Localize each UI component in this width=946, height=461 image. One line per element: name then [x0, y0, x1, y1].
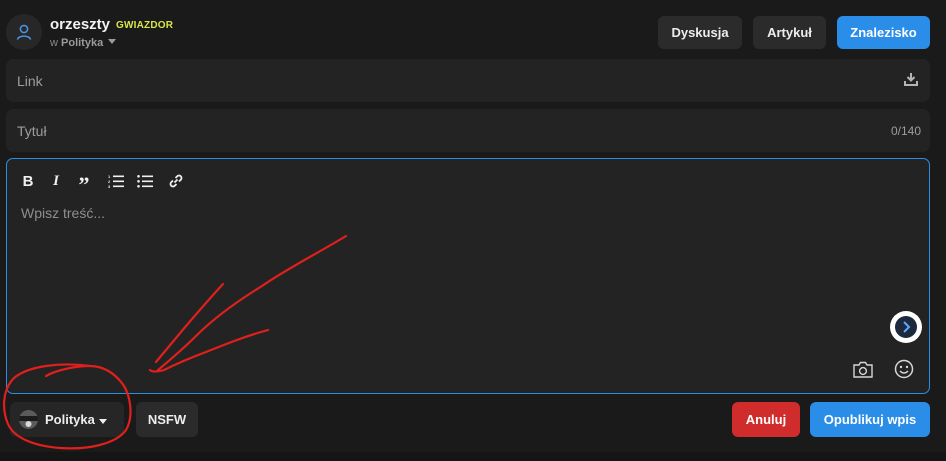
link-icon[interactable]	[166, 171, 186, 191]
ordered-list-icon[interactable]: 1 2 3	[106, 171, 126, 191]
context-prefix: w	[50, 37, 58, 49]
post-context[interactable]: w Polityka	[50, 37, 117, 49]
avatar[interactable]	[6, 14, 42, 50]
category-avatar-icon	[19, 410, 38, 429]
cancel-button[interactable]: Anuluj	[732, 402, 800, 437]
title-input[interactable]: Tytuł 0/140	[6, 109, 930, 152]
download-icon[interactable]	[904, 72, 918, 91]
publish-button[interactable]: Opublikuj wpis	[810, 402, 930, 437]
post-header: orzeszty GWIAZDOR w Polityka Dyskusja Ar…	[0, 0, 946, 62]
tab-find[interactable]: Znalezisko	[837, 16, 930, 49]
category-select-label: Polityka	[45, 412, 95, 427]
category-select[interactable]: Polityka	[10, 402, 124, 437]
content-editor[interactable]: B I ” 1 2 3 Wpisz treść...	[6, 158, 930, 394]
emoji-icon[interactable]	[894, 359, 914, 384]
link-placeholder: Link	[17, 73, 43, 89]
caret-down-icon	[99, 419, 107, 424]
tab-discussion[interactable]: Dyskusja	[658, 16, 742, 49]
bold-icon[interactable]: B	[18, 171, 38, 191]
tab-article[interactable]: Artykuł	[753, 16, 826, 49]
svg-text:3: 3	[108, 184, 111, 188]
quote-icon[interactable]: ”	[74, 171, 94, 197]
user-rank-badge: GWIAZDOR	[116, 20, 174, 31]
italic-icon[interactable]: I	[46, 171, 66, 191]
title-char-counter: 0/140	[890, 124, 921, 138]
caret-down-icon	[108, 39, 117, 44]
bullet-list-icon[interactable]	[135, 171, 155, 191]
username[interactable]: orzeszty	[50, 16, 110, 33]
camera-icon[interactable]	[853, 361, 873, 383]
context-category: Polityka	[61, 37, 104, 49]
link-input[interactable]: Link	[6, 59, 930, 102]
title-placeholder: Tytuł	[17, 123, 47, 139]
user-icon	[16, 24, 32, 40]
bottom-divider	[0, 452, 946, 461]
content-placeholder: Wpisz treść...	[21, 205, 106, 221]
assistant-icon[interactable]	[890, 311, 922, 343]
nsfw-toggle[interactable]: NSFW	[136, 402, 198, 437]
